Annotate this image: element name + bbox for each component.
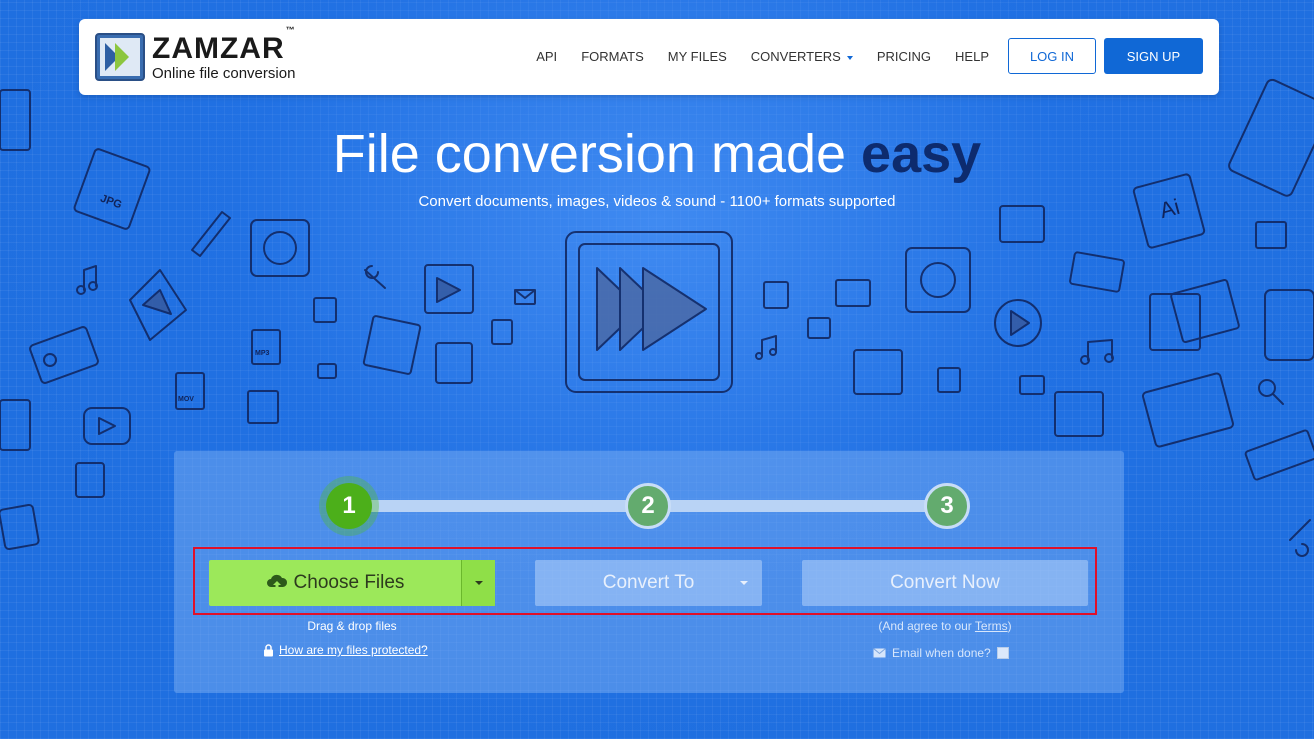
login-button[interactable]: LOG IN xyxy=(1008,38,1096,74)
nav-converters[interactable]: CONVERTERS xyxy=(751,49,853,64)
brand-name: ZAMZAR™ xyxy=(152,25,296,66)
terms-notice: (And agree to our Terms) xyxy=(802,619,1088,633)
step-1-indicator: 1 xyxy=(326,483,372,529)
mov-file-icon: MOV xyxy=(178,396,194,403)
choose-files-dropdown-button[interactable] xyxy=(461,560,495,606)
trademark: ™ xyxy=(285,25,296,35)
zamzar-logo-icon xyxy=(95,33,145,81)
nav-help[interactable]: HELP xyxy=(955,49,989,64)
step-2-indicator: 2 xyxy=(625,483,671,529)
hero-title-main: File conversion made xyxy=(332,124,862,184)
nav-pricing[interactable]: PRICING xyxy=(877,49,931,64)
signup-button[interactable]: SIGN UP xyxy=(1104,38,1203,74)
files-protected-link[interactable]: How are my files protected? xyxy=(279,643,428,657)
brand-tagline: Online file conversion xyxy=(152,65,296,82)
terms-link[interactable]: Terms xyxy=(975,619,1008,633)
zamzar-logo[interactable]: ZAMZAR™ Online file conversion xyxy=(95,25,335,84)
files-protected-row: How are my files protected? xyxy=(263,643,428,657)
lock-icon xyxy=(264,643,273,656)
envelope-icon xyxy=(873,648,886,658)
convert-to-label: Convert To xyxy=(602,572,695,593)
cloud-upload-icon xyxy=(266,574,287,592)
email-when-done-checkbox[interactable] xyxy=(996,647,1009,659)
nav-formats[interactable]: FORMATS xyxy=(581,49,644,64)
convert-now-label: Convert Now xyxy=(890,572,1000,593)
terms-suffix: ) xyxy=(1007,619,1012,633)
drag-drop-hint: Drag & drop files xyxy=(307,619,397,633)
brand-name-text: ZAMZAR xyxy=(152,32,285,65)
choose-files-label: Choose Files xyxy=(293,572,405,593)
top-header: ZAMZAR™ Online file conversion API FORMA… xyxy=(79,19,1219,95)
hero-title-emphasis: easy xyxy=(861,124,982,184)
chevron-down-icon xyxy=(846,55,853,60)
chevron-down-icon xyxy=(474,581,483,585)
step-3-indicator: 3 xyxy=(924,483,970,529)
mp3-label: MP3 xyxy=(255,350,270,357)
chevron-down-icon xyxy=(740,581,748,585)
hero-subtitle: Convert documents, images, videos & soun… xyxy=(418,193,896,210)
convert-to-select[interactable]: Convert To xyxy=(535,560,762,606)
choose-files-button[interactable]: Choose Files xyxy=(209,560,461,606)
mov-label: MOV xyxy=(178,396,194,403)
convert-now-button[interactable]: Convert Now xyxy=(802,560,1088,606)
nav-my-files[interactable]: MY FILES xyxy=(668,49,727,64)
terms-prefix: (And agree to our xyxy=(878,619,975,633)
nav-converters-label: CONVERTERS xyxy=(750,49,841,64)
main-nav: API FORMATS MY FILES CONVERTERS PRICING … xyxy=(512,49,989,64)
nav-api[interactable]: API xyxy=(536,49,557,64)
mp3-file-icon: MP3 xyxy=(255,350,269,357)
hero-title: File conversion made easy xyxy=(0,123,1314,185)
email-when-done-row: Email when done? xyxy=(873,646,1009,660)
email-when-done-label: Email when done? xyxy=(892,646,991,660)
